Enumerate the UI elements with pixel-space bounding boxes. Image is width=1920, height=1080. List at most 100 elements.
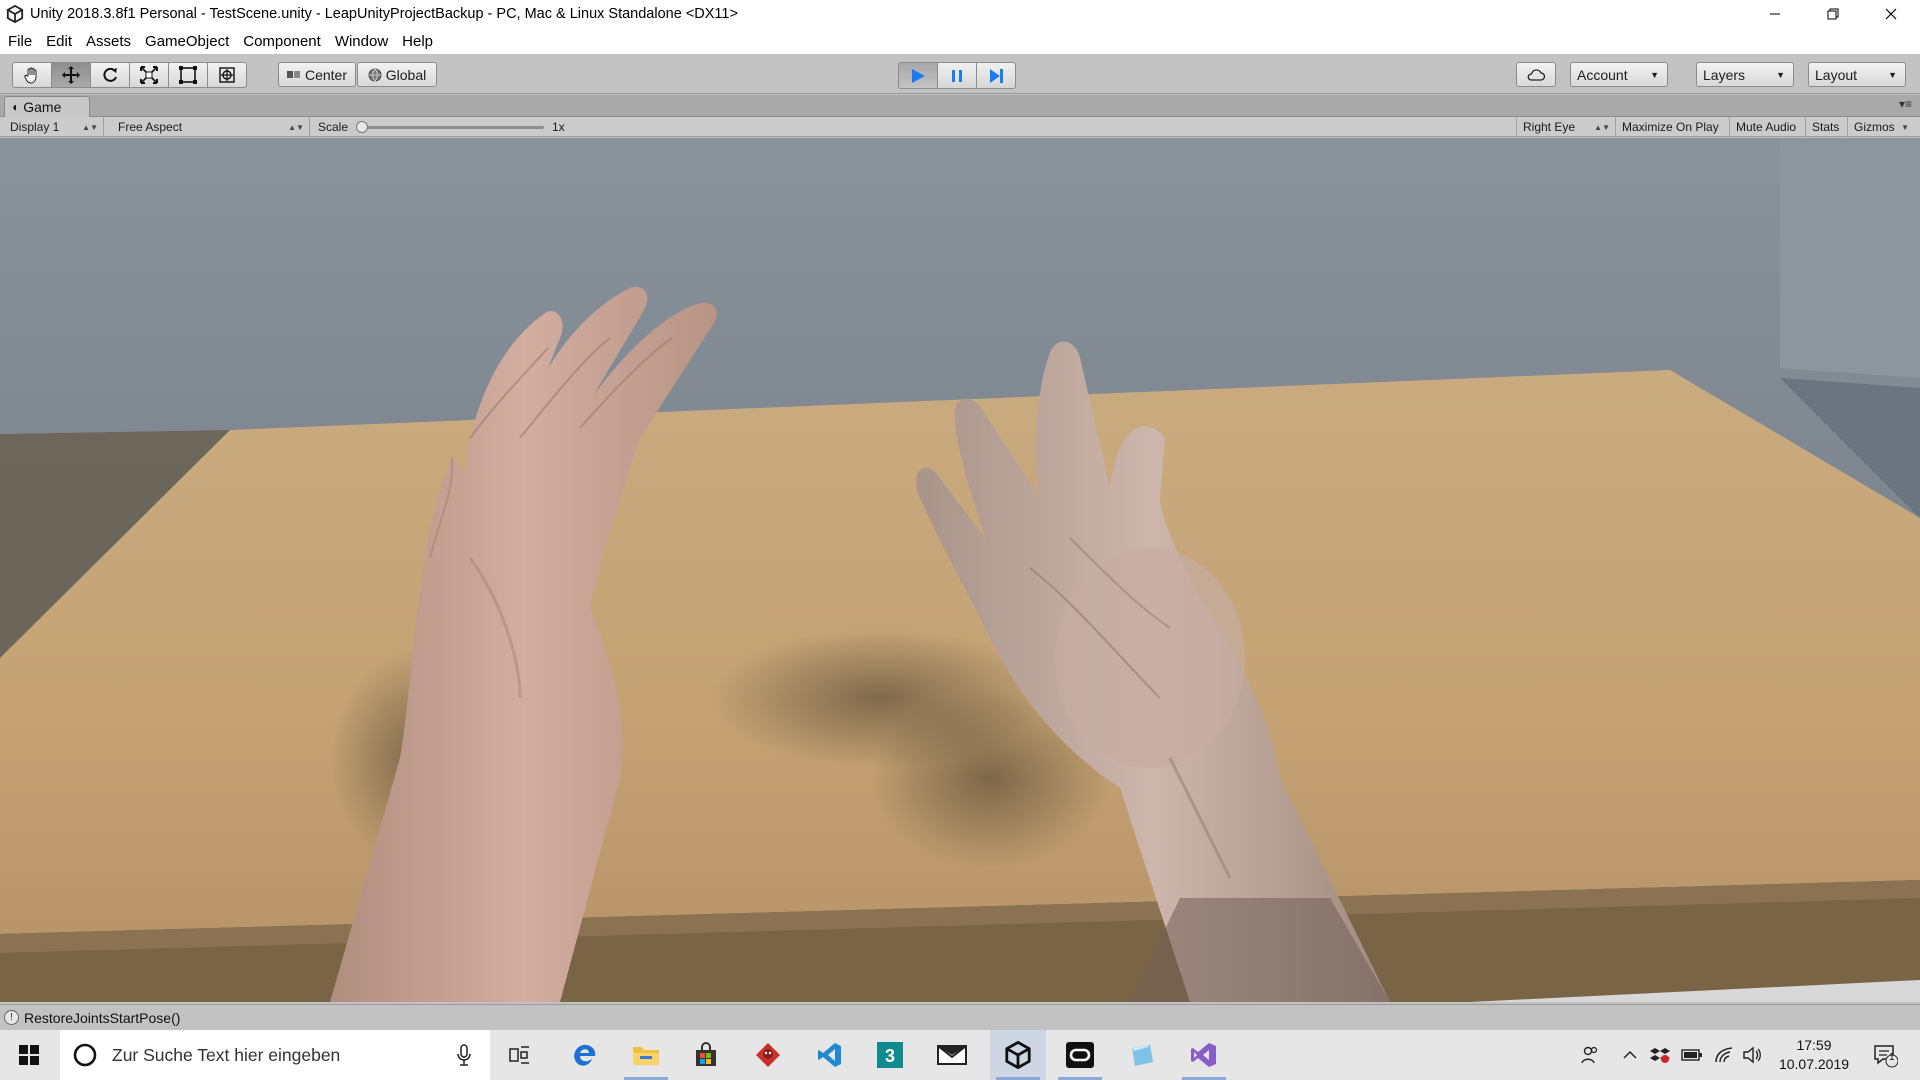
search-placeholder: Zur Suche Text hier eingeben — [112, 1044, 341, 1065]
maximize-on-play-label: Maximize On Play — [1622, 120, 1719, 134]
gizmos-dropdown[interactable]: Gizmos ▼ — [1848, 117, 1914, 137]
taskbar-paint-3d[interactable] — [1114, 1030, 1170, 1080]
pivot-rotation-button[interactable]: Global — [357, 62, 437, 87]
hand-tool-button[interactable] — [12, 62, 52, 88]
tray-people[interactable] — [1572, 1030, 1608, 1080]
taskbar-3d-builder[interactable]: 3 — [862, 1030, 918, 1080]
rotate-tool-button[interactable] — [90, 62, 130, 88]
3d-builder-icon: 3 — [877, 1042, 903, 1068]
scale-slider-thumb[interactable] — [356, 121, 368, 133]
oculus-icon — [1066, 1042, 1094, 1068]
clock-time: 17:59 — [1796, 1037, 1832, 1053]
layers-label: Layers — [1703, 66, 1746, 83]
cloud-icon — [1527, 68, 1546, 81]
taskbar-search-input[interactable]: Zur Suche Text hier eingeben — [60, 1030, 490, 1080]
chevron-down-icon: ▼ — [1901, 122, 1909, 132]
taskbar-store[interactable] — [678, 1030, 734, 1080]
minimize-icon — [1770, 13, 1780, 15]
scale-value: 1x — [552, 120, 565, 134]
restore-button[interactable] — [1804, 0, 1862, 28]
taskbar-mail[interactable] — [924, 1030, 980, 1080]
menu-file[interactable]: File — [8, 33, 32, 50]
unity-icon — [1005, 1041, 1031, 1069]
minimize-button[interactable] — [1746, 0, 1804, 28]
account-label: Account — [1577, 66, 1628, 83]
taskbar-clock[interactable]: 17:59 10.07.2019 — [1768, 1036, 1860, 1074]
move-tool-button[interactable] — [51, 62, 91, 88]
status-message: RestoreJointsStartPose() — [24, 1009, 181, 1026]
display-dropdown[interactable]: Display 1 ▲▼ — [4, 117, 104, 137]
maximize-on-play-toggle[interactable]: Maximize On Play — [1616, 117, 1730, 137]
transform-tool-button[interactable] — [207, 62, 247, 88]
tray-dropbox[interactable] — [1646, 1030, 1674, 1080]
game-pacman-icon: ◖ — [11, 100, 19, 114]
pivot-rotation-label: Global — [385, 66, 427, 83]
menu-edit[interactable]: Edit — [46, 33, 72, 50]
tab-options-icon[interactable]: ▾≡ — [1899, 97, 1912, 111]
window-title: Unity 2018.3.8f1 Personal - TestScene.un… — [30, 6, 738, 22]
pause-icon — [952, 69, 962, 82]
step-icon — [990, 68, 1003, 83]
menu-gameobject[interactable]: GameObject — [145, 33, 229, 50]
step-button[interactable] — [976, 62, 1016, 89]
transform-icon — [219, 67, 235, 83]
menu-help[interactable]: Help — [402, 33, 433, 50]
updown-arrow-icon: ▲▼ — [1594, 122, 1610, 132]
stats-toggle[interactable]: Stats — [1806, 117, 1848, 137]
taskbar-unity[interactable] — [990, 1030, 1046, 1080]
taskbar-visual-studio[interactable] — [1176, 1030, 1232, 1080]
menu-bar: File Edit Assets GameObject Component Wi… — [0, 28, 1920, 54]
layout-label: Layout — [1815, 66, 1858, 83]
game-view-toolbar: Display 1 ▲▼ Free Aspect ▲▼ Scale 1x Rig… — [0, 117, 1920, 137]
account-dropdown[interactable]: Account ▼ — [1570, 62, 1668, 87]
close-button[interactable] — [1862, 0, 1920, 28]
taskbar-oculus[interactable] — [1052, 1030, 1108, 1080]
console-status-bar[interactable]: ! RestoreJointsStartPose() — [0, 1004, 1920, 1030]
gizmos-label: Gizmos — [1854, 120, 1895, 134]
file-explorer-icon — [633, 1047, 659, 1065]
hand-icon — [24, 67, 37, 84]
action-center-button[interactable]: 1 — [1862, 1030, 1908, 1080]
tab-game[interactable]: ◖ Game — [4, 96, 90, 117]
pause-button[interactable] — [937, 62, 977, 89]
layout-dropdown[interactable]: Layout ▼ — [1808, 62, 1906, 87]
taskbar-vscode[interactable] — [802, 1030, 858, 1080]
play-button[interactable] — [898, 62, 938, 89]
microphone-icon[interactable] — [456, 1044, 472, 1066]
mail-icon — [937, 1045, 967, 1065]
menu-window[interactable]: Window — [335, 33, 388, 50]
tray-battery[interactable] — [1678, 1030, 1706, 1080]
collab-button[interactable] — [1516, 62, 1556, 87]
layers-dropdown[interactable]: Layers ▼ — [1696, 62, 1794, 87]
start-button[interactable] — [0, 1030, 58, 1080]
scale-slider-track[interactable] — [362, 126, 544, 129]
scale-tool-button[interactable] — [129, 62, 169, 88]
menu-assets[interactable]: Assets — [86, 33, 131, 50]
svg-text:3: 3 — [885, 1046, 895, 1066]
tray-wifi[interactable] — [1710, 1030, 1738, 1080]
tray-show-hidden[interactable] — [1616, 1030, 1644, 1080]
mute-audio-toggle[interactable]: Mute Audio — [1730, 117, 1806, 137]
game-viewport[interactable] — [0, 138, 1920, 1002]
aspect-dropdown[interactable]: Free Aspect ▲▼ — [112, 117, 310, 137]
task-view-button[interactable] — [492, 1030, 548, 1080]
taskbar-gitkraken[interactable] — [740, 1030, 796, 1080]
menu-component[interactable]: Component — [243, 33, 321, 50]
chevron-down-icon: ▼ — [1888, 69, 1897, 80]
people-icon — [1581, 1046, 1598, 1064]
pivot-mode-button[interactable]: Center — [278, 62, 356, 87]
taskbar-edge[interactable] — [556, 1030, 612, 1080]
display-label: Display 1 — [10, 120, 60, 134]
main-toolbar: Center Global Account ▼ Layers ▼ Layout … — [0, 54, 1920, 94]
rect-tool-button[interactable] — [168, 62, 208, 88]
taskbar-file-explorer[interactable] — [618, 1030, 674, 1080]
game-scene — [0, 138, 1920, 1002]
store-icon — [696, 1042, 716, 1066]
battery-icon — [1681, 1049, 1702, 1061]
tray-volume[interactable] — [1738, 1030, 1766, 1080]
edge-icon — [574, 1044, 596, 1066]
eye-dropdown[interactable]: Right Eye ▲▼ — [1516, 117, 1616, 137]
rotate-icon — [103, 67, 117, 82]
paint-3d-icon — [1132, 1044, 1153, 1066]
scale-value-item: 1x — [546, 117, 586, 137]
